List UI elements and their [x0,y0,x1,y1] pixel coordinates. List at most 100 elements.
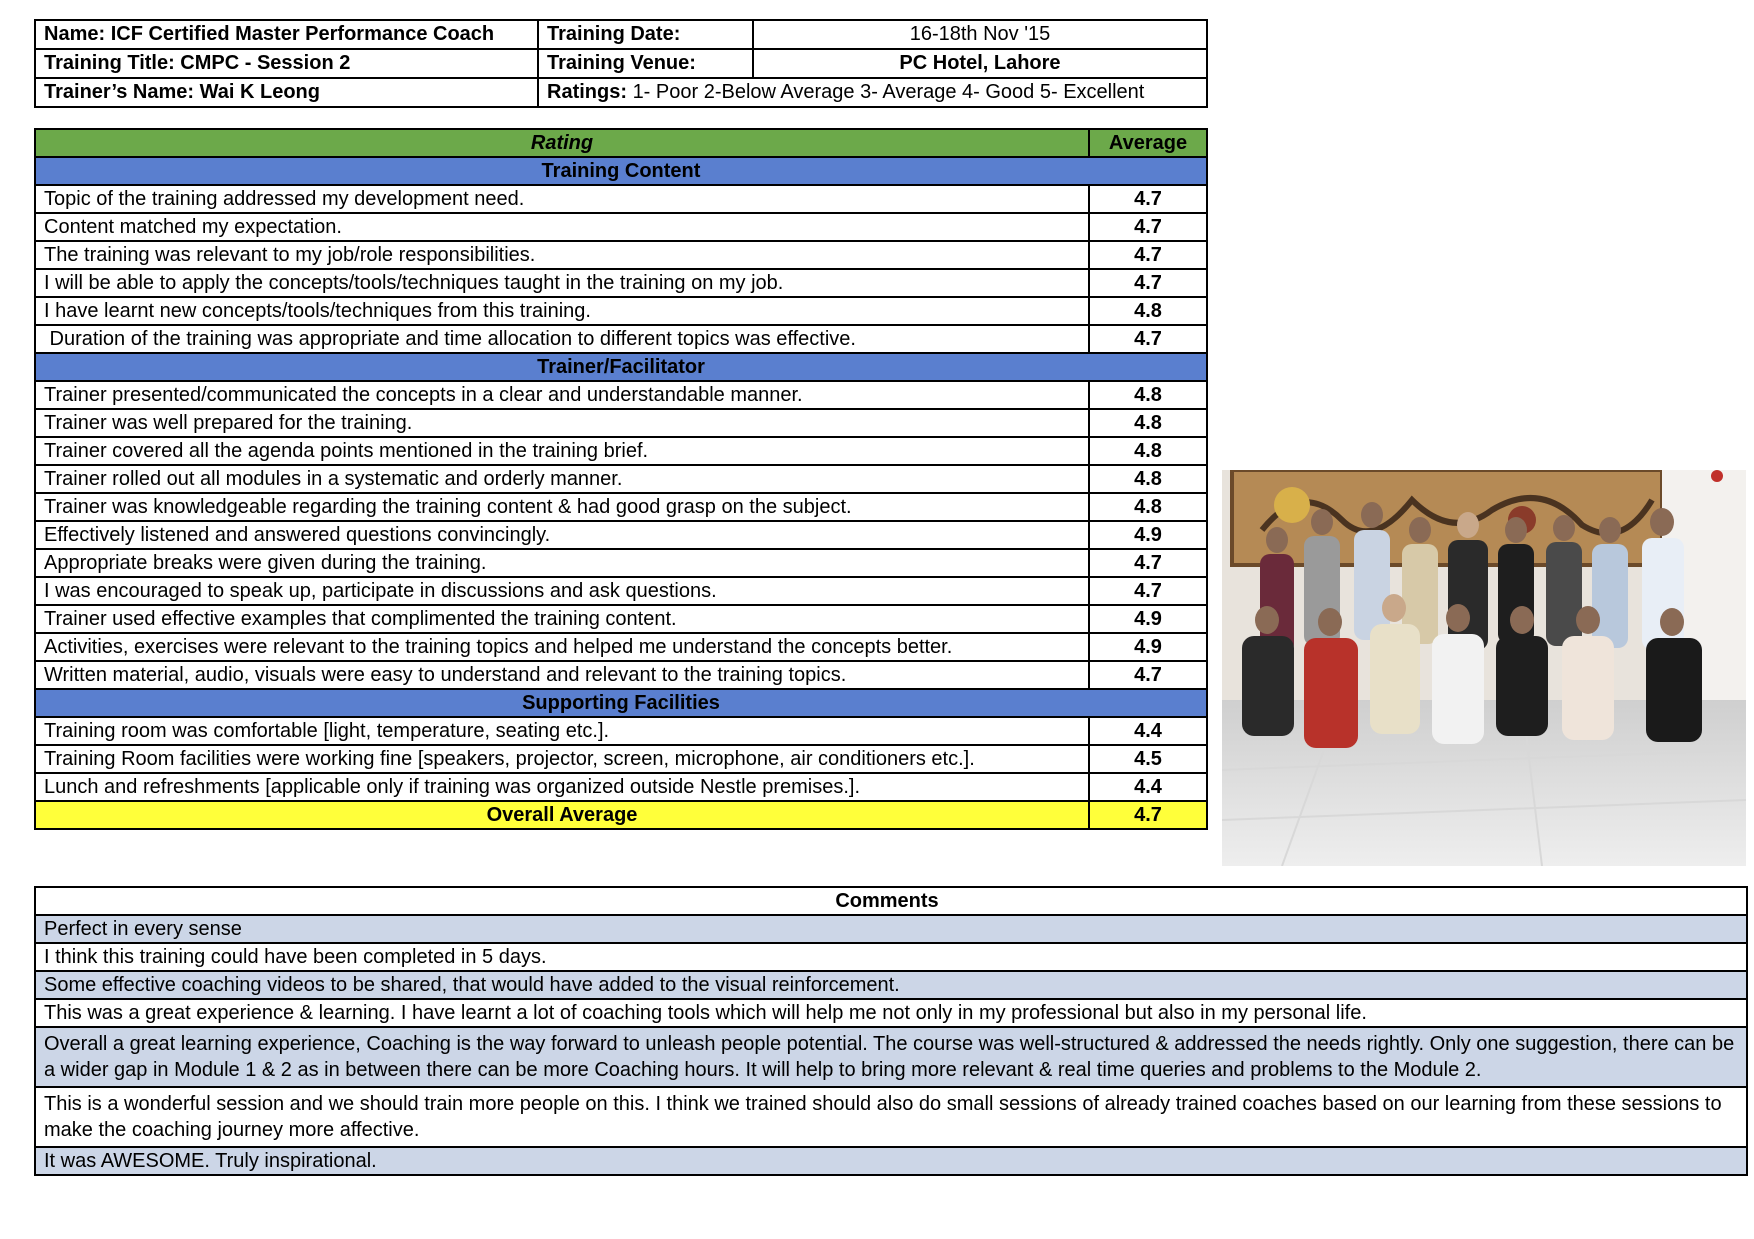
rating-average: 4.4 [1088,772,1208,802]
section-title-supporting-facilities: Supporting Facilities [34,688,1208,718]
average-column-header: Average [1088,128,1208,158]
rating-row: The training was relevant to my job/role… [34,240,1208,270]
ratings-scale: 1- Poor 2-Below Average 3- Average 4- Go… [632,81,1145,103]
info-row: Name: ICF Certified Master Performance C… [34,19,1208,50]
info-row: Training Title: CMPC - Session 2 Trainin… [34,48,1208,79]
rating-average: 4.8 [1088,380,1208,410]
overall-average-value: 4.7 [1088,800,1208,830]
rating-average: 4.8 [1088,408,1208,438]
rating-average: 4.7 [1088,324,1208,354]
rating-row: Written material, audio, visuals were ea… [34,660,1208,690]
rating-item: Training room was comfortable [light, te… [34,716,1090,746]
rating-row: I was encouraged to speak up, participat… [34,576,1208,606]
ratings-label: Ratings: [547,81,627,103]
info-row: Trainer’s Name: Wai K Leong Ratings: 1- … [34,77,1208,108]
rating-item: Content matched my expectation. [34,212,1090,242]
ratings-scale-cell: Ratings: 1- Poor 2-Below Average 3- Aver… [537,77,1208,108]
ratings-table: Rating Average Training Content Topic of… [34,128,1208,830]
section-header-row: Supporting Facilities [34,688,1208,718]
rating-average: 4.7 [1088,576,1208,606]
rating-item: Written material, audio, visuals were ea… [34,660,1090,690]
comment-row: I think this training could have been co… [34,942,1748,972]
rating-row: Topic of the training addressed my devel… [34,184,1208,214]
rating-average: 4.9 [1088,520,1208,550]
rating-row: Training Room facilities were working fi… [34,744,1208,774]
comment-row: Perfect in every sense [34,914,1748,944]
overall-average-label: Overall Average [34,800,1090,830]
training-date-value: 16-18th Nov '15 [752,19,1208,50]
rating-row: Trainer rolled out all modules in a syst… [34,464,1208,494]
comments-header-row: Comments [34,886,1748,916]
comment-row: It was AWESOME. Truly inspirational. [34,1146,1748,1176]
rating-average: 4.5 [1088,744,1208,774]
comment-text: It was AWESOME. Truly inspirational. [34,1146,1748,1176]
rating-item: Lunch and refreshments [applicable only … [34,772,1090,802]
comment-text: Overall a great learning experience, Coa… [34,1026,1748,1088]
comments-title: Comments [34,886,1748,916]
rating-item: Topic of the training addressed my devel… [34,184,1090,214]
rating-average: 4.9 [1088,632,1208,662]
comment-text: I think this training could have been co… [34,942,1748,972]
trainer-name: Trainer’s Name: Wai K Leong [34,77,539,108]
comments-table: Comments Perfect in every sense I think … [34,886,1748,1176]
comment-row: This was a great experience & learning. … [34,998,1748,1028]
comment-row: This is a wonderful session and we shoul… [34,1086,1748,1148]
rating-item: Appropriate breaks were given during the… [34,548,1090,578]
rating-row: Trainer used effective examples that com… [34,604,1208,634]
rating-row: Lunch and refreshments [applicable only … [34,772,1208,802]
rating-item: Trainer presented/communicated the conce… [34,380,1090,410]
rating-item: I was encouraged to speak up, participat… [34,576,1090,606]
rating-average: 4.8 [1088,296,1208,326]
rating-average: 4.7 [1088,184,1208,214]
rating-item: Effectively listened and answered questi… [34,520,1090,550]
comment-row: Some effective coaching videos to be sha… [34,970,1748,1000]
section-header-row: Training Content [34,156,1208,186]
rating-row: Trainer was well prepared for the traini… [34,408,1208,438]
training-info-table: Name: ICF Certified Master Performance C… [34,19,1208,108]
rating-average: 4.7 [1088,212,1208,242]
comment-text: Some effective coaching videos to be sha… [34,970,1748,1000]
rating-item: I have learnt new concepts/tools/techniq… [34,296,1090,326]
rating-column-header: Rating [34,128,1090,158]
ratings-header-row: Rating Average [34,128,1208,158]
rating-item: Duration of the training was appropriate… [34,324,1090,354]
rating-average: 4.8 [1088,436,1208,466]
rating-row: Trainer covered all the agenda points me… [34,436,1208,466]
training-title: Training Title: CMPC - Session 2 [34,48,539,79]
rating-average: 4.7 [1088,548,1208,578]
rating-average: 4.8 [1088,464,1208,494]
rating-average: 4.9 [1088,604,1208,634]
rating-row: I have learnt new concepts/tools/techniq… [34,296,1208,326]
participant-name: Name: ICF Certified Master Performance C… [34,19,539,50]
rating-average: 4.7 [1088,268,1208,298]
section-title-training-content: Training Content [34,156,1208,186]
overall-average-row: Overall Average 4.7 [34,800,1208,830]
rating-row: Training room was comfortable [light, te… [34,716,1208,746]
training-venue-value: PC Hotel, Lahore [752,48,1208,79]
rating-row: I will be able to apply the concepts/too… [34,268,1208,298]
rating-row: Duration of the training was appropriate… [34,324,1208,354]
rating-row: Activities, exercises were relevant to t… [34,632,1208,662]
rating-item: Trainer rolled out all modules in a syst… [34,464,1090,494]
comment-text: This was a great experience & learning. … [34,998,1748,1028]
rating-item: Training Room facilities were working fi… [34,744,1090,774]
rating-average: 4.8 [1088,492,1208,522]
rating-item: I will be able to apply the concepts/too… [34,268,1090,298]
rating-average: 4.7 [1088,660,1208,690]
comment-text: This is a wonderful session and we shoul… [34,1086,1748,1148]
rating-average: 4.4 [1088,716,1208,746]
rating-item: The training was relevant to my job/role… [34,240,1090,270]
training-date-label: Training Date: [537,19,754,50]
rating-item: Activities, exercises were relevant to t… [34,632,1090,662]
rating-item: Trainer used effective examples that com… [34,604,1090,634]
rating-item: Trainer covered all the agenda points me… [34,436,1090,466]
rating-row: Content matched my expectation. 4.7 [34,212,1208,242]
rating-row: Trainer presented/communicated the conce… [34,380,1208,410]
comment-row: Overall a great learning experience, Coa… [34,1026,1748,1088]
rating-item: Trainer was well prepared for the traini… [34,408,1090,438]
section-header-row: Trainer/Facilitator [34,352,1208,382]
group-photo [1222,470,1746,866]
rating-row: Trainer was knowledgeable regarding the … [34,492,1208,522]
rating-row: Effectively listened and answered questi… [34,520,1208,550]
comment-text: Perfect in every sense [34,914,1748,944]
